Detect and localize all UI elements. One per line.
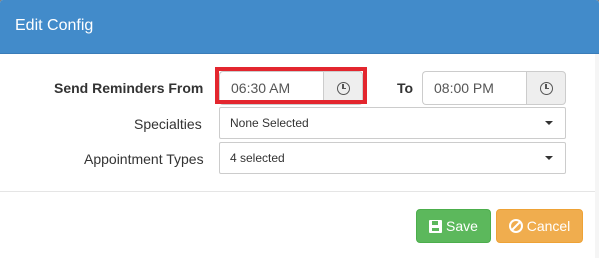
cancel-label: Cancel bbox=[526, 218, 571, 234]
from-time-addon[interactable] bbox=[323, 71, 363, 105]
save-button[interactable]: Save bbox=[416, 209, 491, 243]
cancel-button[interactable]: Cancel bbox=[496, 209, 583, 243]
appointment-types-value: 4 selected bbox=[230, 151, 285, 165]
to-time-addon[interactable] bbox=[526, 71, 566, 105]
to-label: To bbox=[397, 80, 414, 96]
specialties-label: Specialties bbox=[134, 116, 202, 132]
send-reminders-label: Send Reminders From bbox=[54, 80, 204, 96]
specialties-select[interactable]: None Selected bbox=[219, 107, 566, 139]
appointment-types-label: Appointment Types bbox=[84, 151, 204, 167]
ban-icon bbox=[508, 219, 523, 233]
appointment-types-select[interactable]: 4 selected bbox=[219, 142, 566, 174]
clock-icon bbox=[336, 81, 350, 95]
specialties-value: None Selected bbox=[230, 116, 309, 130]
modal-body: Send Reminders From 06:30 AM To 08:00 PM… bbox=[0, 54, 599, 192]
edit-config-modal: Edit Config Send Reminders From 06:30 AM… bbox=[0, 0, 599, 258]
save-label: Save bbox=[446, 218, 478, 234]
to-time-input[interactable]: 08:00 PM bbox=[422, 71, 526, 105]
from-time-picker: 06:30 AM bbox=[219, 71, 363, 105]
caret-down-icon bbox=[545, 156, 553, 160]
modal-title: Edit Config bbox=[15, 17, 94, 34]
floppy-disk-icon bbox=[429, 219, 443, 233]
modal-header: Edit Config bbox=[0, 0, 599, 54]
modal-scroll-edge bbox=[595, 54, 599, 258]
caret-down-icon bbox=[545, 121, 553, 125]
clock-icon bbox=[539, 81, 553, 95]
to-time-picker: 08:00 PM bbox=[422, 71, 566, 105]
from-time-input[interactable]: 06:30 AM bbox=[219, 71, 323, 105]
